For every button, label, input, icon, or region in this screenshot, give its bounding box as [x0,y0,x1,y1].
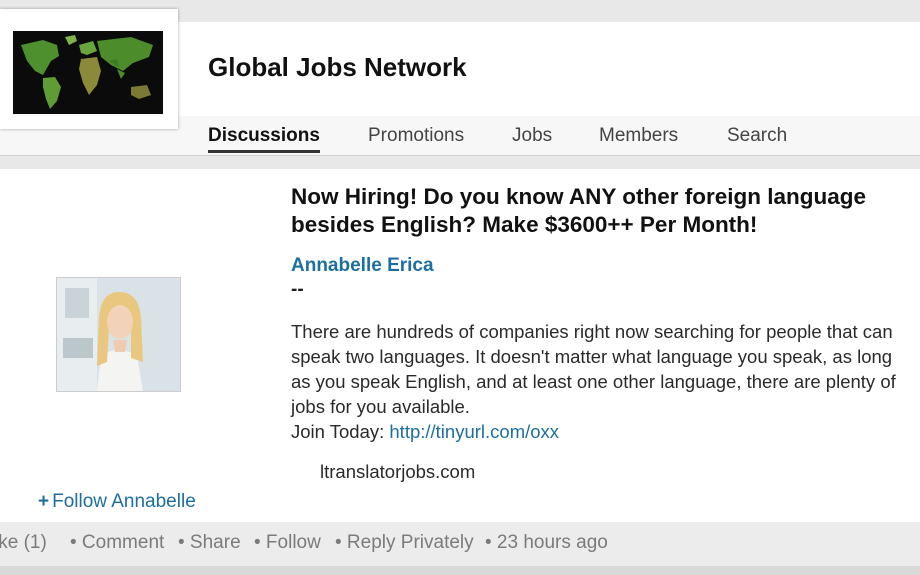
author-name-link[interactable]: Annabelle Erica [291,255,434,277]
post-title[interactable]: Now Hiring! Do you know ANY other foreig… [291,183,916,239]
tab-jobs[interactable]: Jobs [512,125,552,147]
author-avatar[interactable] [56,277,181,392]
tab-members[interactable]: Members [599,125,678,147]
join-line: Join Today: http://tinyurl.com/oxx [291,421,559,443]
join-link[interactable]: http://tinyurl.com/oxx [389,421,559,442]
site-text: ltranslatorjobs.com [320,461,476,482]
like-action[interactable]: ike (1) [0,532,47,554]
tab-search[interactable]: Search [727,125,787,147]
bottom-band [0,566,920,575]
post-timestamp: • 23 hours ago [485,532,608,553]
group-logo[interactable] [0,9,178,129]
post-body: There are hundreds of companies right no… [291,321,896,417]
tab-discussions[interactable]: Discussions [208,125,320,153]
group-title: Global Jobs Network [208,52,467,82]
follow-author-label: Follow Annabelle [52,491,196,512]
reply-privately-action[interactable]: • Reply Privately [335,532,474,554]
join-label: Join Today: [291,421,385,442]
share-action[interactable]: • Share [178,532,241,554]
follow-action[interactable]: • Follow [254,532,321,554]
avatar-photo [57,278,180,391]
follow-author-button[interactable]: + Follow Annabelle [38,491,196,513]
discussion-post: + Follow Annabelle Now Hiring! Do you kno… [0,169,920,522]
comment-action[interactable]: • Comment [70,532,164,554]
tab-promotions[interactable]: Promotions [368,125,464,147]
plus-icon: + [38,491,50,512]
world-map-icon [13,31,163,114]
post-actions-bar: ike (1) • Comment • Share • Follow • Rep… [0,522,920,566]
author-separator: -- [291,279,304,300]
